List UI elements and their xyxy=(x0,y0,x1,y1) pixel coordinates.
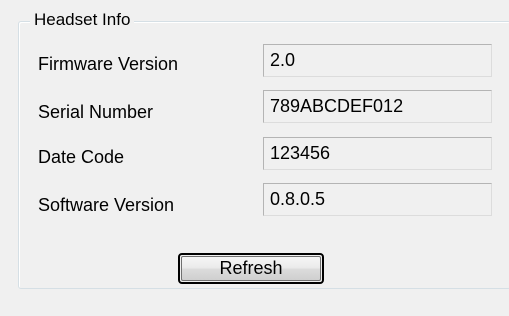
firmware-version-label: Firmware Version xyxy=(38,54,179,74)
date-code-label: Date Code xyxy=(38,147,125,167)
headset-info-title: Headset Info xyxy=(30,9,135,31)
date-code-field[interactable]: 123456 xyxy=(263,137,492,170)
serial-number-label: Serial Number xyxy=(38,102,154,122)
software-version-field[interactable]: 0.8.0.5 xyxy=(263,183,492,216)
software-version-label: Software Version xyxy=(38,195,175,215)
serial-number-field[interactable]: 789ABCDEF012 xyxy=(263,90,492,123)
refresh-button-label: Refresh xyxy=(181,256,321,281)
refresh-button[interactable]: Refresh xyxy=(178,253,324,284)
firmware-version-field[interactable]: 2.0 xyxy=(263,44,492,77)
